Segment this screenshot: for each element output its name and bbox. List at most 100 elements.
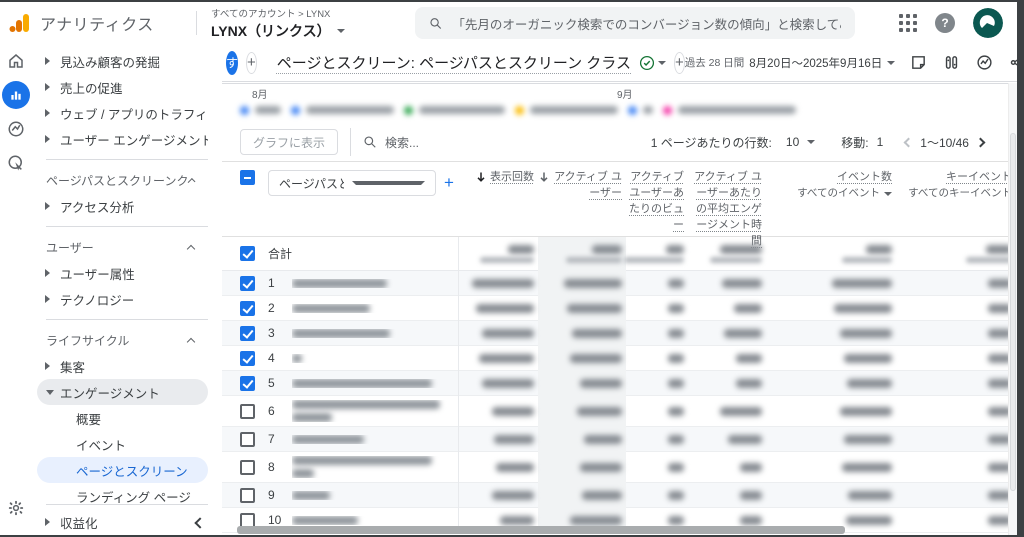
sidebar-item[interactable]: 見込み顧客の発掘 — [32, 48, 208, 74]
row-checkbox[interactable] — [240, 276, 255, 291]
sidebar-item[interactable]: ページとスクリーン — [37, 457, 208, 483]
metric-cell — [458, 321, 538, 346]
show-on-chart-button[interactable]: グラフに表示 — [240, 129, 338, 155]
sidebar-section-label: ページパスとスクリーンクラス — [46, 172, 189, 189]
legend-item-redacted[interactable] — [291, 106, 394, 115]
row-checkbox[interactable] — [240, 488, 255, 503]
rail-reports-button[interactable] — [2, 81, 30, 109]
table-row[interactable]: 4 — [222, 346, 1008, 371]
sidebar-item[interactable]: ウェブ / アプリのトラフィック... — [32, 100, 208, 126]
sidebar-item[interactable]: イベント — [32, 431, 208, 457]
analytics-app: アナリティクス すべてのアカウント > LYNX LYNX（リンクス） 「先月の… — [0, 2, 1017, 535]
table-row[interactable]: 1 — [222, 271, 1008, 296]
comparison-button[interactable] — [938, 50, 964, 76]
sidebar-section-header[interactable]: ユーザー — [32, 234, 208, 260]
row-checkbox[interactable] — [240, 460, 255, 475]
legend-item-redacted[interactable] — [628, 106, 653, 115]
select-all-checkbox[interactable] — [240, 170, 255, 185]
horizontal-scrollbar[interactable] — [237, 526, 845, 534]
search-input[interactable]: 「先月のオーガニック検索でのコンバージョン数の傾向」と検索してみてく... — [415, 7, 855, 39]
table-row[interactable]: 5 — [222, 371, 1008, 396]
row-checkbox[interactable] — [240, 432, 255, 447]
table-row[interactable]: 6 — [222, 396, 1008, 427]
rail-admin-button[interactable] — [0, 491, 32, 525]
sidebar-item[interactable]: 売上の促進 — [32, 74, 208, 100]
sidebar-item[interactable]: アクセス分析 — [32, 193, 208, 219]
row-checkbox[interactable] — [240, 376, 255, 391]
chevron-down-icon[interactable] — [807, 140, 815, 144]
add-dimension-button[interactable]: + — [444, 173, 454, 193]
chevron-up-icon — [187, 244, 195, 252]
table-row[interactable]: 7 — [222, 427, 1008, 452]
rows-per-page-value[interactable]: 10 — [786, 135, 799, 149]
table-row[interactable]: 3 — [222, 321, 1008, 346]
goto-value[interactable]: 1 — [877, 135, 884, 149]
table-row[interactable]: 9 — [222, 483, 1008, 508]
table-row[interactable]: 2 — [222, 296, 1008, 321]
add-tab-button[interactable]: + — [674, 52, 685, 74]
legend-item-redacted[interactable] — [663, 106, 796, 115]
total-row: 合計 — [222, 237, 1008, 271]
row-checkbox[interactable] — [240, 326, 255, 341]
legend-item-redacted[interactable] — [404, 106, 505, 115]
share-button[interactable] — [1004, 50, 1017, 76]
chevron-down-icon — [337, 29, 345, 33]
account-switcher[interactable]: すべてのアカウント > LYNX LYNX（リンクス） — [197, 6, 407, 41]
sort-arrow-icon[interactable] — [475, 171, 487, 183]
sidebar-item[interactable]: ランディング ページ — [32, 483, 208, 509]
redacted-value — [668, 279, 684, 288]
column-header[interactable]: キーイベントすべてのキーイベント — [896, 170, 1008, 201]
column-header[interactable]: 表示回数 — [458, 170, 538, 186]
prev-page-icon[interactable] — [904, 137, 914, 147]
metric-cell — [458, 396, 538, 427]
sort-arrow-icon[interactable] — [538, 171, 550, 183]
dimension-select[interactable]: ページパスとスクリーン クラス — [268, 170, 436, 196]
sidebar-section-header[interactable]: ページパスとスクリーンクラス — [32, 167, 208, 193]
next-page-icon[interactable] — [976, 137, 986, 147]
report-title[interactable]: ページとスクリーン: ページパスとスクリーン クラス — [277, 52, 631, 73]
sidebar-section-header[interactable]: ライフサイクル — [32, 327, 208, 353]
vertical-scrollbar-track[interactable] — [1008, 83, 1017, 535]
row-checkbox[interactable] — [240, 351, 255, 366]
rail-advertising-button[interactable] — [0, 146, 32, 180]
sidebar-item[interactable]: テクノロジー — [32, 286, 208, 312]
column-header[interactable]: イベント数すべてのイベント — [766, 170, 896, 201]
column-sub-label[interactable]: すべてのキーイベント — [908, 186, 1008, 201]
row-checkbox[interactable] — [240, 404, 255, 419]
sidebar-item[interactable]: 集客 — [32, 353, 208, 379]
table-search-input[interactable]: 検索... — [363, 134, 419, 151]
rail-home-button[interactable] — [0, 44, 32, 78]
column-header[interactable]: アクティブ ユーザー — [538, 170, 626, 202]
column-label: アクティブ ユーザーあたりの平均エンゲージメント時間 — [694, 171, 762, 247]
chevron-down-icon[interactable] — [658, 61, 666, 65]
legend-item-redacted[interactable] — [240, 106, 281, 115]
rail-explore-button[interactable] — [0, 112, 32, 146]
row-checkbox[interactable] — [240, 301, 255, 316]
sidebar-item-label: ページとスクリーン — [76, 461, 188, 480]
home-link[interactable]: アナリティクス — [0, 11, 196, 35]
column-header[interactable]: アクティブ ユーザーあたりのビュー — [626, 170, 688, 234]
metric-cell — [538, 271, 626, 296]
avatar[interactable] — [973, 8, 1003, 38]
sidebar-item[interactable]: ユーザー エンゲージメントと... — [32, 126, 208, 152]
sidebar-item[interactable]: ユーザー属性 — [32, 260, 208, 286]
notes-button[interactable] — [905, 50, 931, 76]
report-collection-badge[interactable]: す — [226, 51, 238, 75]
insights-button[interactable] — [971, 50, 997, 76]
sidebar-item[interactable]: 収益化 — [32, 509, 208, 535]
metric-cell — [538, 427, 626, 452]
add-collection-button[interactable]: + — [246, 52, 257, 74]
table-row[interactable]: 8 — [222, 452, 1008, 483]
legend-item-redacted[interactable] — [515, 106, 618, 115]
column-label: 表示回数 — [490, 171, 534, 183]
apps-grid-icon[interactable] — [899, 14, 917, 32]
column-sub-label[interactable]: すべてのイベント — [797, 186, 892, 201]
help-icon[interactable]: ? — [935, 13, 955, 33]
total-checkbox[interactable] — [240, 246, 255, 261]
sidebar-item[interactable]: 概要 — [32, 405, 208, 431]
date-range-picker[interactable]: 過去 28 日間 8月20日～2025年9月16日 — [685, 55, 895, 71]
vertical-scrollbar-thumb[interactable] — [1010, 133, 1016, 491]
metric-cell — [458, 296, 538, 321]
sidebar-item-label: イベント — [76, 435, 126, 454]
sidebar-item[interactable]: エンゲージメント — [37, 379, 208, 405]
